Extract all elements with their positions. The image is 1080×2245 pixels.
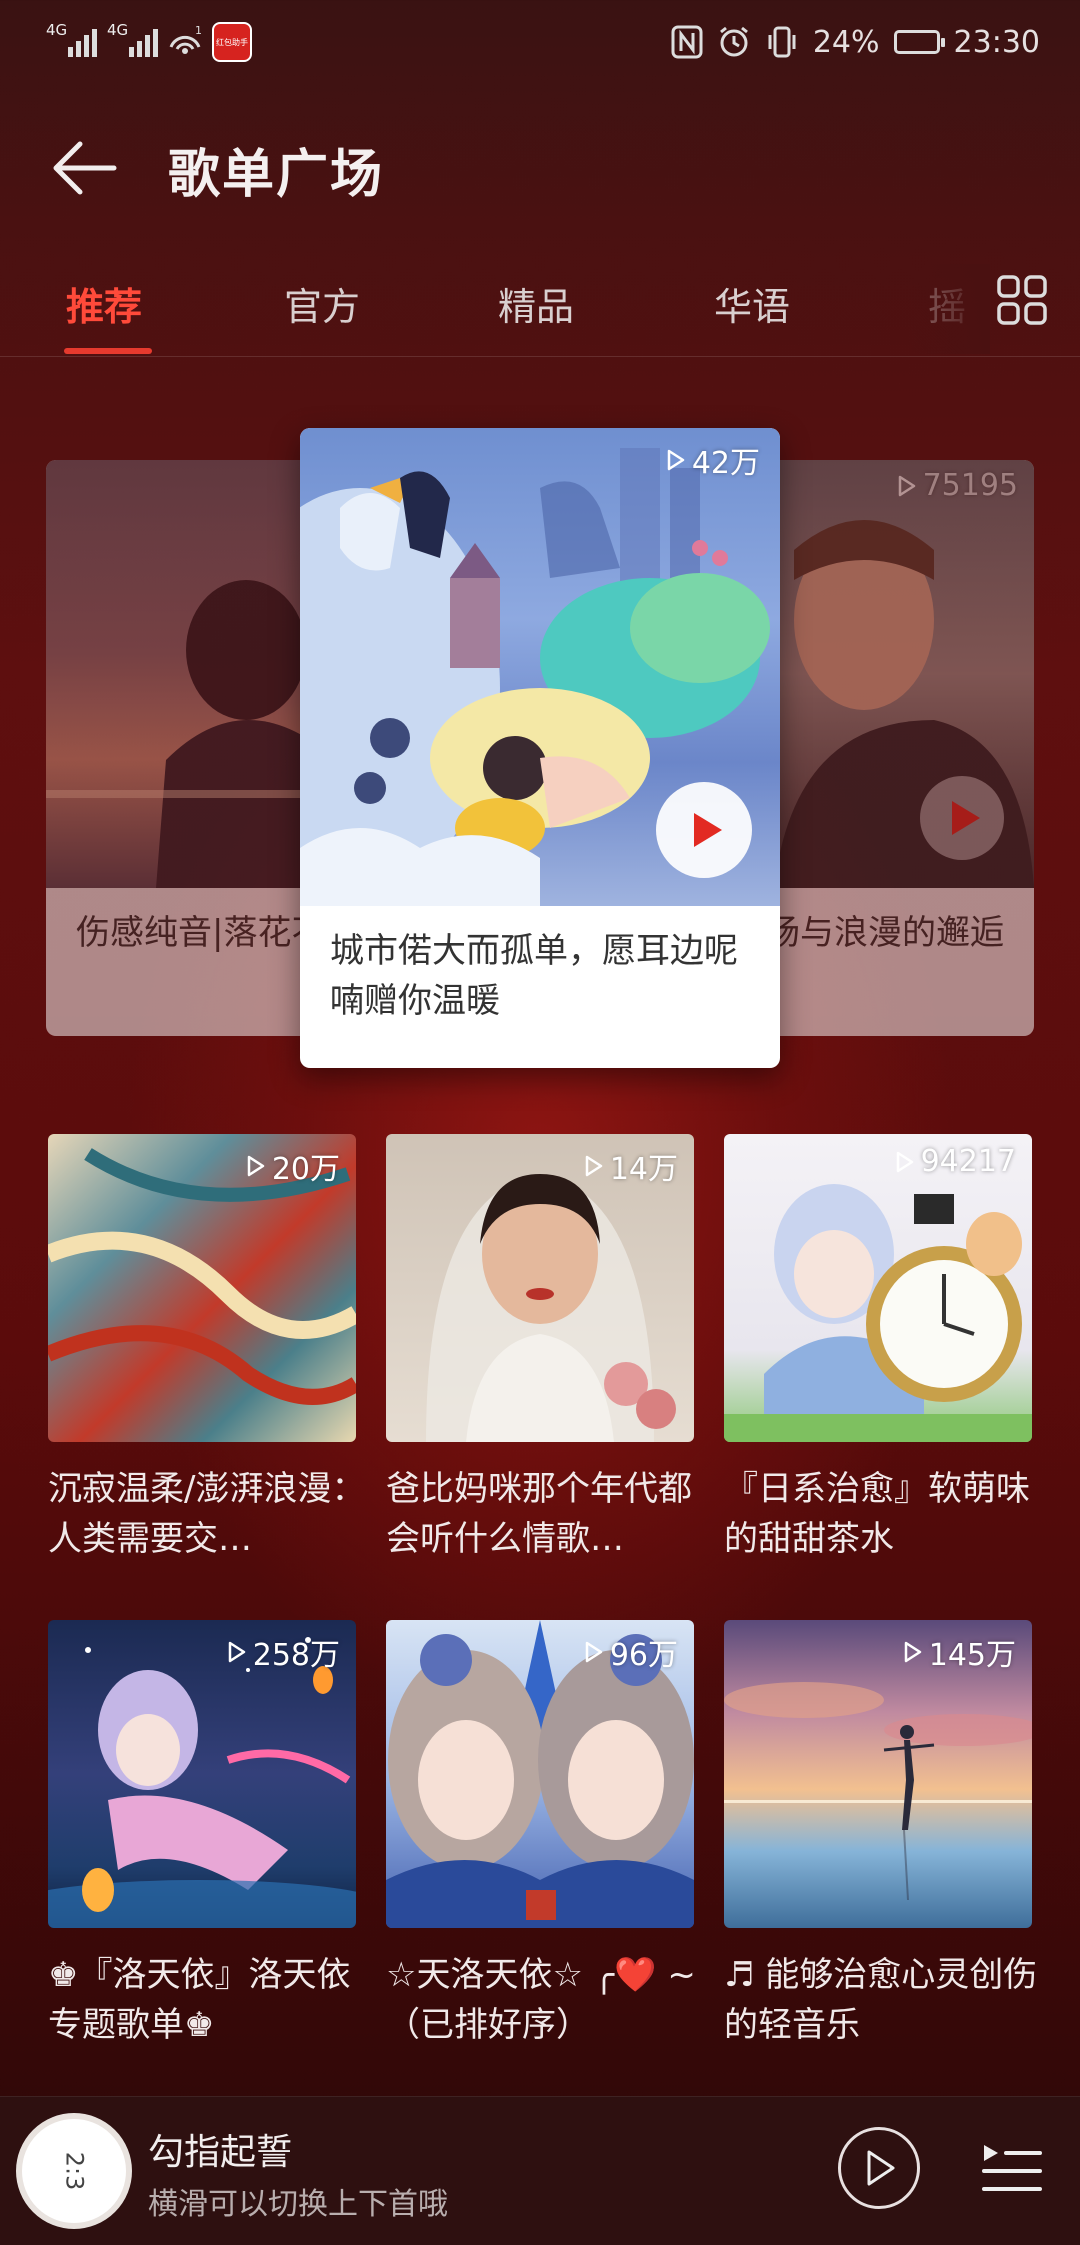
active-tab-indicator	[64, 348, 152, 354]
playlist-cover: 20万	[48, 1134, 356, 1442]
play-count-value: 14万	[609, 1152, 678, 1187]
wifi-icon: 1	[169, 25, 202, 54]
category-tabs: 推荐 官方 精品 华语 摇	[0, 264, 1080, 357]
play-count-value: 42万	[691, 446, 760, 481]
play-count-icon	[898, 475, 915, 496]
playlist-title: ☆天洛天依☆ ╭❤️ ~（已排好序）	[386, 1955, 696, 2045]
play-count-value: 258万	[252, 1638, 340, 1673]
play-icon	[867, 2150, 895, 2186]
carousel-card-center[interactable]: 42万 城市偌大而孤单，愿耳边呢喃赠你温暖	[300, 428, 780, 1068]
playlist-cover: 94217	[724, 1134, 1032, 1442]
vibrate-icon	[768, 26, 796, 58]
playlist-title: ♚『洛天依』洛天依专题歌单♚	[48, 1955, 351, 2045]
playlist-cover: 258万	[48, 1620, 356, 1928]
playlist-cover: 145万	[724, 1620, 1032, 1928]
battery-icon	[893, 30, 945, 54]
play-count-icon	[667, 449, 685, 471]
play-count-icon	[228, 1641, 245, 1663]
playlist-cover: 42万	[300, 428, 780, 906]
playlist-icon[interactable]	[980, 2137, 1044, 2201]
play-count-icon	[585, 1641, 603, 1663]
play-count-icon	[247, 1155, 265, 1177]
playlist-cover: 14万	[386, 1134, 694, 1442]
network-type-label: 4G	[46, 21, 68, 39]
playlist-title: 『日系治愈』软萌味的甜甜茶水	[724, 1469, 1030, 1559]
battery-percent: 24%	[812, 24, 880, 60]
status-bar: 4G 4G 1 红包助手 24% 23:30	[0, 0, 1080, 84]
nfc-icon	[671, 25, 703, 59]
mini-player[interactable]: 2:3 勾指起誓 横滑可以切换上下首哦	[0, 2096, 1080, 2245]
clock: 23:30	[953, 24, 1040, 60]
play-count: 20万	[246, 1144, 340, 1188]
tab-premium[interactable]: 精品	[498, 276, 574, 331]
network-type-label: 4G	[107, 21, 129, 39]
play-button[interactable]	[656, 782, 752, 878]
playlist-title: 爸比妈咪那个年代都会听什么情歌…	[386, 1469, 692, 1559]
svg-text:1: 1	[195, 25, 202, 37]
status-bar-left: 4G 4G 1 红包助手	[46, 20, 252, 64]
status-bar-right: 24% 23:30	[671, 18, 1040, 66]
play-count-value: 96万	[609, 1638, 678, 1673]
play-count-icon	[896, 1151, 913, 1172]
playlist-title: ♬ 能够治愈心灵创伤的轻音乐	[724, 1955, 1038, 2045]
back-arrow-icon[interactable]	[50, 138, 120, 198]
play-count: 145万	[903, 1630, 1016, 1674]
playlist-cover: 96万	[386, 1620, 694, 1928]
page-title: 歌单广场	[168, 145, 385, 205]
signal-icon: 4G	[46, 21, 97, 57]
signal-icon: 4G	[107, 21, 158, 57]
tab-chinese[interactable]: 华语	[714, 276, 790, 331]
play-count-value: 94217	[920, 1144, 1016, 1179]
play-count-value: 20万	[271, 1152, 340, 1187]
song-title: 勾指起誓	[148, 2132, 293, 2173]
play-button[interactable]	[838, 2127, 920, 2209]
play-count-value: 75195	[922, 468, 1018, 503]
play-count: 75195	[897, 468, 1018, 503]
play-count: 14万	[584, 1144, 678, 1188]
playlist-title: 沉寂温柔/澎湃浪漫：人类需要交…	[48, 1469, 366, 1559]
album-disc[interactable]: 2:3	[16, 2113, 132, 2229]
play-count-value: 145万	[928, 1638, 1016, 1673]
tab-recommended[interactable]: 推荐	[66, 276, 142, 331]
play-count-icon	[585, 1155, 603, 1177]
tab-official[interactable]: 官方	[284, 276, 360, 331]
play-count: 258万	[227, 1630, 340, 1674]
alarm-icon	[719, 26, 748, 57]
carousel-caption: 城市偌大而孤单，愿耳边呢喃赠你温暖	[330, 931, 738, 1021]
play-count: 96万	[584, 1630, 678, 1674]
play-button[interactable]	[920, 776, 1004, 860]
app-notification-icon: 红包助手	[212, 22, 252, 62]
play-count-icon	[904, 1641, 921, 1663]
play-count: 94217	[895, 1144, 1016, 1179]
swipe-hint: 横滑可以切换上下首哦	[148, 2187, 448, 2222]
disc-label: 2:3	[60, 2151, 88, 2191]
tab-fade	[910, 264, 990, 354]
grid-icon[interactable]	[996, 274, 1048, 326]
play-count: 42万	[666, 438, 760, 482]
